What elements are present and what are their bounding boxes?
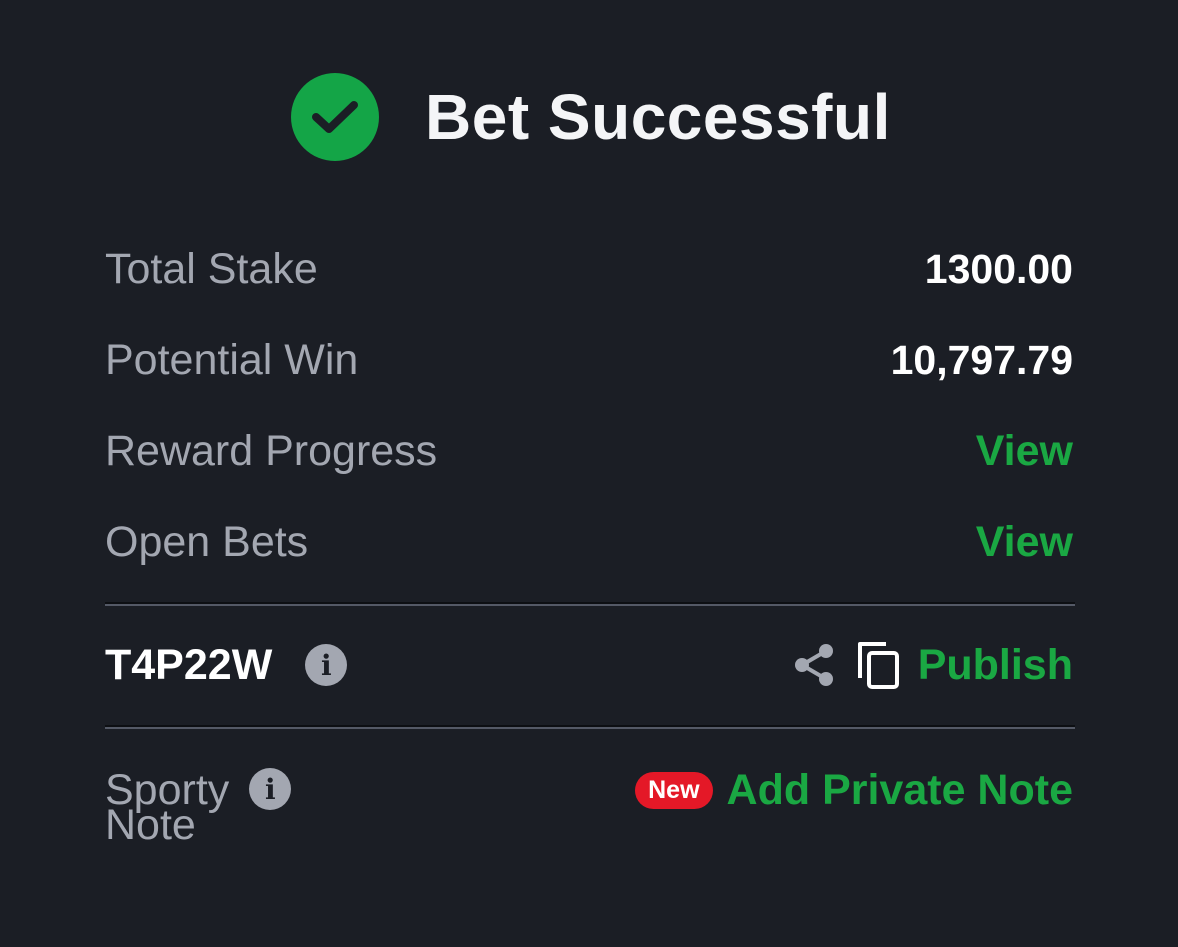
open-bets-row: Open Bets View [105,518,1073,567]
potential-win-value: 10,797.79 [890,337,1073,383]
check-circle-icon [291,73,379,161]
new-badge: New [635,771,713,809]
reward-progress-row: Reward Progress View [105,427,1073,476]
total-stake-value: 1300.00 [924,246,1073,292]
total-stake-label: Total Stake [105,245,318,293]
sporty-note-row: Sporty Note i New Add Private Note [105,765,1073,850]
info-icon[interactable]: i [249,768,292,810]
divider [105,725,1075,729]
page-title: Bet Successful [425,81,891,153]
divider [105,602,1075,606]
booking-code-row: T4P22W i Publish [105,640,1073,690]
copy-icon[interactable] [856,640,902,690]
total-stake-row: Total Stake 1300.00 [105,245,1073,294]
publish-button[interactable]: Publish [918,641,1073,690]
potential-win-row: Potential Win 10,797.79 [105,336,1073,385]
reward-progress-label: Reward Progress [105,427,438,475]
bet-success-panel: Bet Successful Total Stake 1300.00 Poten… [0,0,1178,947]
sporty-note-label: Sporty Note [105,765,229,850]
booking-code: T4P22W [105,640,273,689]
booking-actions: Publish [792,640,1073,690]
sporty-note-group: Sporty Note i [105,765,292,850]
share-icon[interactable] [792,641,836,689]
booking-code-group: T4P22W i [105,640,348,690]
open-bets-view-link[interactable]: View [976,518,1073,567]
potential-win-label: Potential Win [105,336,359,384]
open-bets-label: Open Bets [105,518,309,566]
info-icon[interactable]: i [305,644,348,686]
reward-progress-view-link[interactable]: View [976,427,1073,476]
header: Bet Successful [291,73,891,161]
add-private-note-button[interactable]: Add Private Note [727,766,1073,815]
add-note-group: New Add Private Note [635,765,1073,815]
